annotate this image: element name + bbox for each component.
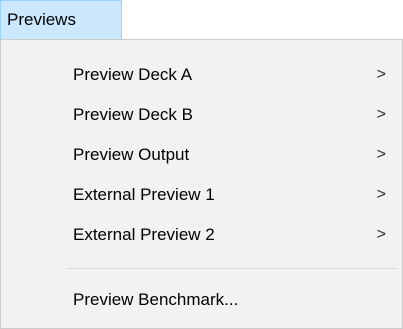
chevron-right-icon: > [376,106,386,123]
menu-item-external-preview-1[interactable]: External Preview 1 > [1,175,402,215]
menu-previews[interactable]: Previews [0,0,122,39]
chevron-right-icon: > [376,226,386,243]
chevron-right-icon: > [376,146,386,163]
menu-item-external-preview-2[interactable]: External Preview 2 > [1,215,402,255]
chevron-right-icon: > [376,186,386,203]
menu-item-preview-deck-b[interactable]: Preview Deck B > [1,95,402,135]
menu-item-preview-deck-a[interactable]: Preview Deck A > [1,55,402,95]
menu-item-label: Preview Deck A [73,65,193,84]
menu-separator [67,268,397,269]
menu-item-label: Preview Benchmark... [73,290,239,309]
menu-item-label: Preview Deck B [73,105,193,124]
chevron-right-icon: > [376,66,386,83]
previews-dropdown-menu: Preview Deck A > Preview Deck B > Previe… [0,39,403,329]
menu-item-label: External Preview 1 [73,185,215,204]
menu-item-label: External Preview 2 [73,225,215,244]
menu-item-preview-output[interactable]: Preview Output > [1,135,402,175]
menu-item-label: Preview Output [73,145,190,164]
menu-item-preview-benchmark[interactable]: Preview Benchmark... [1,280,402,320]
